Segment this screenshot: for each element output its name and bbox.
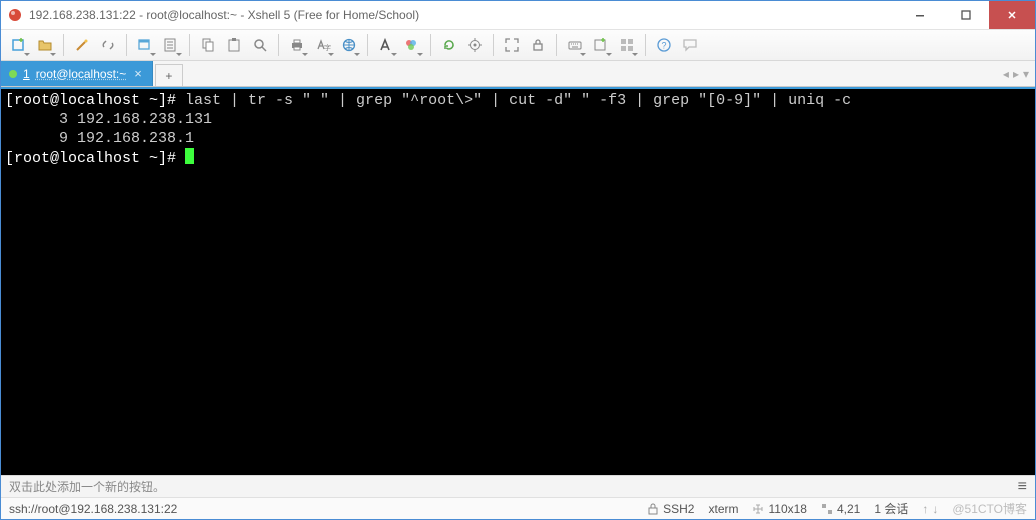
- wand-icon[interactable]: [70, 33, 94, 57]
- terminal-cursor: [185, 148, 194, 164]
- status-size: 110x18: [752, 502, 806, 516]
- toolbar-separator: [189, 34, 190, 56]
- color-scheme-icon[interactable]: [400, 33, 424, 57]
- tab-label: root@localhost:~: [36, 67, 127, 81]
- status-arrows: ↑ ↓: [922, 502, 938, 516]
- cursor-pos-icon: [821, 503, 833, 515]
- watermark: @51CTO博客: [952, 500, 1027, 517]
- tab-add-button[interactable]: +: [155, 64, 183, 86]
- svg-text:?: ?: [662, 41, 667, 51]
- tab-scroll-controls: ◂ ▸ ▾: [1003, 61, 1035, 86]
- window-buttons: [897, 1, 1035, 29]
- fullscreen-icon[interactable]: [500, 33, 524, 57]
- tile-icon[interactable]: [615, 33, 639, 57]
- terminal-line: [root@localhost ~]#: [5, 148, 1031, 168]
- lock-icon[interactable]: [526, 33, 550, 57]
- tab-scroll-right-icon[interactable]: ▸: [1013, 67, 1019, 81]
- toolbar-separator: [367, 34, 368, 56]
- status-term-type: xterm: [708, 502, 738, 516]
- minimize-button[interactable]: [897, 1, 943, 29]
- font-icon[interactable]: [374, 33, 398, 57]
- resize-icon: [752, 503, 764, 515]
- terminal-line: 9 192.168.238.1: [5, 129, 1031, 148]
- paste-icon[interactable]: [222, 33, 246, 57]
- folder-open-icon[interactable]: [33, 33, 57, 57]
- close-button[interactable]: [989, 1, 1035, 29]
- properties-icon[interactable]: [159, 33, 183, 57]
- encoding-icon[interactable]: 字: [311, 33, 335, 57]
- link-icon[interactable]: [96, 33, 120, 57]
- lock-small-icon: [647, 503, 659, 515]
- app-icon: [7, 7, 23, 23]
- copy-icon[interactable]: [196, 33, 220, 57]
- maximize-button[interactable]: [943, 1, 989, 29]
- terminal-line: 3 192.168.238.131: [5, 110, 1031, 129]
- help-icon[interactable]: ?: [652, 33, 676, 57]
- status-protocol: SSH2: [647, 502, 694, 516]
- tab-close-icon[interactable]: ×: [132, 66, 144, 81]
- chat-icon[interactable]: [678, 33, 702, 57]
- tab-scroll-left-icon[interactable]: ◂: [1003, 67, 1009, 81]
- toolbar: 字 ?: [1, 29, 1035, 61]
- title-bar: 192.168.238.131:22 - root@localhost:~ - …: [1, 1, 1035, 29]
- target-icon[interactable]: [463, 33, 487, 57]
- toolbar-separator: [556, 34, 557, 56]
- globe-icon[interactable]: [337, 33, 361, 57]
- hint-text: 双击此处添加一个新的按钮。: [9, 478, 165, 495]
- plus-icon: +: [165, 69, 172, 83]
- toolbar-separator: [126, 34, 127, 56]
- arrow-up-icon[interactable]: ↑: [922, 502, 928, 516]
- connection-status-icon: [9, 70, 17, 78]
- keyboard-icon[interactable]: [563, 33, 587, 57]
- new-window-icon[interactable]: [133, 33, 157, 57]
- refresh-icon[interactable]: [437, 33, 461, 57]
- arrow-down-icon[interactable]: ↓: [932, 502, 938, 516]
- add-pane-icon[interactable]: [589, 33, 613, 57]
- toolbar-separator: [278, 34, 279, 56]
- tab-index: 1: [23, 67, 30, 81]
- terminal[interactable]: [root@localhost ~]# last | tr -s " " | g…: [1, 89, 1035, 475]
- svg-text:字: 字: [324, 43, 331, 52]
- tab-session-1[interactable]: 1 root@localhost:~ ×: [1, 61, 153, 86]
- search-icon[interactable]: [248, 33, 272, 57]
- tab-list-dropdown-icon[interactable]: ▾: [1023, 67, 1029, 81]
- terminal-line: [root@localhost ~]# last | tr -s " " | g…: [5, 91, 1031, 110]
- hint-menu-icon[interactable]: ≡: [1018, 478, 1027, 496]
- tab-bar: 1 root@localhost:~ × + ◂ ▸ ▾: [1, 61, 1035, 87]
- toolbar-separator: [645, 34, 646, 56]
- status-cursor-pos: 4,21: [821, 502, 860, 516]
- print-icon[interactable]: [285, 33, 309, 57]
- toolbar-separator: [493, 34, 494, 56]
- status-bar: ssh://root@192.168.238.131:22 SSH2 xterm…: [1, 497, 1035, 519]
- new-tab-icon[interactable]: [7, 33, 31, 57]
- status-sessions: 1 会话: [874, 500, 908, 517]
- toolbar-separator: [63, 34, 64, 56]
- hint-bar[interactable]: 双击此处添加一个新的按钮。 ≡: [1, 475, 1035, 497]
- toolbar-separator: [430, 34, 431, 56]
- status-connection: ssh://root@192.168.238.131:22: [9, 502, 177, 516]
- window-title: 192.168.238.131:22 - root@localhost:~ - …: [29, 8, 897, 22]
